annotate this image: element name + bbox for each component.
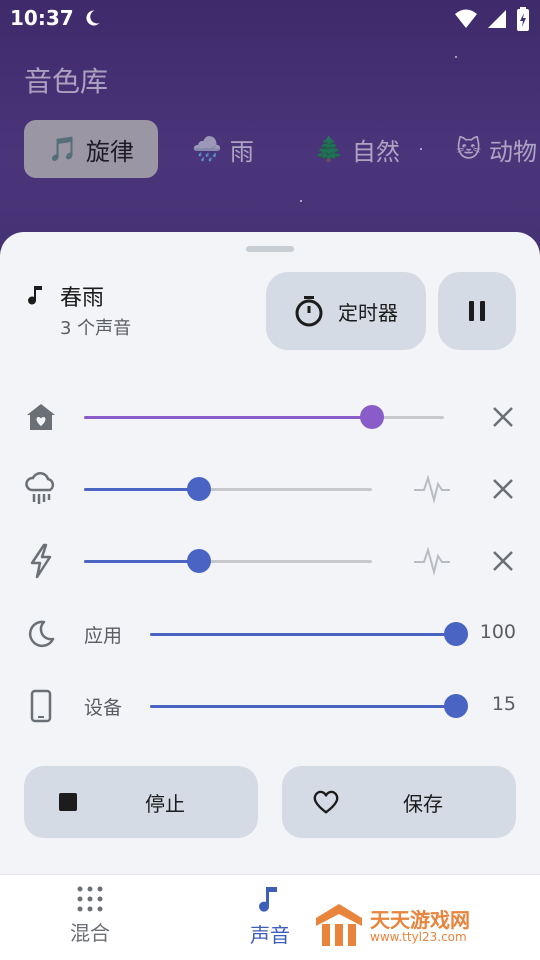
status-time: 10:37	[10, 6, 74, 30]
tab-rain[interactable]: 🌧️ 雨	[192, 120, 254, 178]
remove-sound-button[interactable]	[488, 546, 518, 576]
music-note-icon: 🎵	[48, 135, 78, 163]
remove-sound-button[interactable]	[488, 402, 518, 432]
tab-label: 动物	[489, 137, 538, 166]
signal-icon	[486, 8, 508, 34]
music-note-icon	[259, 887, 277, 912]
watermark-logo	[316, 904, 362, 946]
moon-icon	[24, 617, 58, 651]
sound-volume-slider[interactable]	[84, 405, 444, 429]
waveform-icon[interactable]	[412, 546, 452, 576]
sound-volume-slider[interactable]	[84, 477, 372, 501]
wifi-icon	[454, 8, 478, 34]
sound-volume-slider[interactable]	[84, 549, 372, 573]
save-label: 保存	[403, 792, 443, 816]
stop-button[interactable]: 停止	[24, 766, 258, 838]
stop-label: 停止	[145, 792, 185, 816]
now-playing-subtitle: 3 个声音	[60, 318, 132, 339]
nav-mix[interactable]: 混合	[30, 885, 150, 955]
phone-icon	[24, 689, 58, 723]
tab-label: 旋律	[85, 137, 134, 166]
tab-label: 雨	[229, 137, 254, 166]
watermark: 天天游戏网 www.ttyl23.com	[312, 900, 512, 950]
cat-icon: 🐱	[456, 135, 482, 163]
nav-mix-label: 混合	[70, 921, 110, 945]
waveform-icon[interactable]	[412, 474, 452, 504]
sound-row	[0, 392, 540, 442]
lightning-icon	[24, 543, 58, 579]
page-title: 音色库	[24, 65, 109, 98]
category-tabs: 🎵 旋律 🌧️ 雨 🌲 自然 🐱 动物	[24, 120, 540, 178]
close-icon	[493, 479, 513, 499]
close-icon	[493, 407, 513, 427]
sound-row	[0, 464, 540, 514]
app-volume-label: 应用	[84, 625, 123, 647]
now-playing-title: 春雨	[60, 286, 105, 311]
nav-sound-label: 声音	[250, 923, 290, 947]
slider-thumb[interactable]	[444, 622, 468, 646]
player-sheet: 春雨 3 个声音 定时器 应用 100 设备 15 停止 保存	[0, 232, 540, 874]
music-note-icon	[28, 284, 46, 312]
app-volume-slider[interactable]	[150, 622, 468, 646]
tab-label: 自然	[351, 137, 400, 166]
device-volume-label: 设备	[84, 697, 123, 719]
grid-dots-icon	[77, 886, 103, 912]
tab-animals[interactable]: 🐱 动物	[456, 120, 537, 178]
save-button[interactable]: 保存	[282, 766, 516, 838]
device-volume-row: 设备 15	[0, 681, 540, 731]
pause-icon	[469, 301, 485, 321]
timer-label: 定时器	[338, 300, 398, 325]
do-not-disturb-icon	[82, 8, 102, 32]
tab-nature[interactable]: 🌲 自然	[314, 120, 400, 178]
pause-button[interactable]	[438, 272, 516, 350]
timer-icon	[295, 296, 323, 327]
device-volume-slider[interactable]	[150, 694, 468, 718]
close-icon	[493, 551, 513, 571]
house-heart-icon	[24, 400, 58, 434]
app-volume-row: 应用 100	[0, 609, 540, 659]
sound-row	[0, 536, 540, 586]
timer-button[interactable]: 定时器	[266, 272, 426, 350]
watermark-text: 天天游戏网	[370, 908, 470, 932]
rain-cloud-icon: 🌧️	[192, 135, 222, 163]
remove-sound-button[interactable]	[488, 474, 518, 504]
app-volume-value: 100	[479, 621, 516, 643]
slider-thumb[interactable]	[187, 549, 212, 573]
rain-cloud-icon	[24, 472, 58, 506]
tab-melody[interactable]: 🎵 旋律	[24, 120, 158, 178]
battery-icon	[516, 7, 530, 35]
watermark-url: www.ttyl23.com	[370, 930, 467, 944]
device-volume-value: 15	[491, 693, 516, 715]
slider-thumb[interactable]	[360, 405, 384, 429]
drag-handle[interactable]	[246, 246, 294, 252]
slider-thumb[interactable]	[187, 477, 212, 501]
status-bar: 10:37	[0, 0, 540, 36]
slider-thumb[interactable]	[444, 694, 468, 718]
tree-icon: 🌲	[314, 135, 344, 163]
